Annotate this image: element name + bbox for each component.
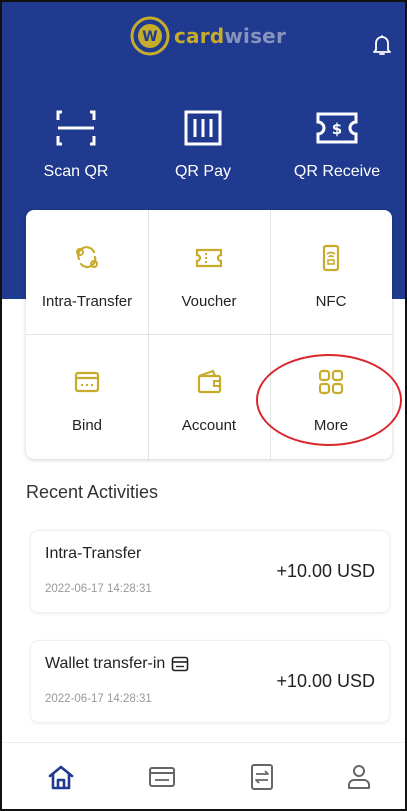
intra-transfer-label: Intra-Transfer	[41, 293, 133, 310]
nfc-phone-icon	[322, 244, 340, 272]
activity-time: 2022-06-17 14:28:31	[45, 693, 152, 705]
qr-pay-button[interactable]: QR Pay	[143, 108, 263, 188]
recent-activities-title: Recent Activities	[26, 482, 159, 502]
bind-button[interactable]: Bind	[26, 334, 148, 458]
qr-receive-icon: $	[316, 112, 358, 144]
card-icon[interactable]	[147, 762, 177, 792]
account-label: Account	[181, 417, 237, 434]
activity-amount: +10.00 USD	[276, 671, 375, 691]
nfc-label: NFC	[315, 293, 347, 310]
voucher-icon	[195, 248, 223, 268]
voucher-button[interactable]: Voucher	[148, 210, 270, 334]
scan-qr-label: Scan QR	[43, 163, 109, 180]
cardwiser-logo-icon: W	[130, 16, 170, 56]
activity-name: Intra-Transfer	[45, 545, 142, 562]
voucher-label: Voucher	[181, 293, 237, 310]
bind-label: Bind	[71, 417, 103, 434]
notification-bell-icon[interactable]	[371, 33, 393, 57]
activity-item[interactable]: Intra-Transfer 2022-06-17 14:28:31 +10.0…	[30, 530, 390, 613]
svg-text:W: W	[142, 29, 157, 45]
activity-amount: +10.00 USD	[276, 561, 375, 581]
activity-time: 2022-06-17 14:28:31	[45, 583, 152, 595]
card-icon	[172, 656, 189, 672]
app-screen: W cardwiser Scan QR QR Pay $ QR Receive	[0, 0, 407, 811]
profile-icon[interactable]	[344, 762, 374, 792]
nfc-button[interactable]: NFC	[270, 210, 392, 334]
brand-name-part1: card	[174, 24, 225, 48]
app-logo: W cardwiser	[130, 16, 286, 56]
scan-qr-icon	[56, 110, 96, 146]
scan-qr-button[interactable]: Scan QR	[16, 108, 136, 188]
qr-pay-label: QR Pay	[174, 163, 231, 180]
svg-text:$: $	[332, 120, 342, 138]
bottom-navigation	[2, 742, 405, 809]
qr-receive-label: QR Receive	[293, 163, 381, 180]
qr-receive-button[interactable]: $ QR Receive	[277, 108, 397, 188]
brand-name-part2: wiser	[224, 24, 287, 48]
home-icon[interactable]	[46, 762, 76, 792]
activity-name: Wallet transfer-in	[45, 655, 166, 672]
card-icon	[74, 371, 100, 393]
transfer-cycle-icon	[76, 246, 98, 269]
qr-pay-icon	[184, 110, 222, 146]
intra-transfer-button[interactable]: Intra-Transfer	[26, 210, 148, 334]
top-bar: W cardwiser	[2, 2, 405, 94]
activity-item[interactable]: Wallet transfer-in 2022-06-17 14:28:31 +…	[30, 640, 390, 723]
account-button[interactable]: Account	[148, 334, 270, 458]
highlight-circle	[256, 354, 402, 446]
transfer-icon[interactable]	[247, 762, 277, 792]
wallet-icon	[197, 369, 222, 394]
